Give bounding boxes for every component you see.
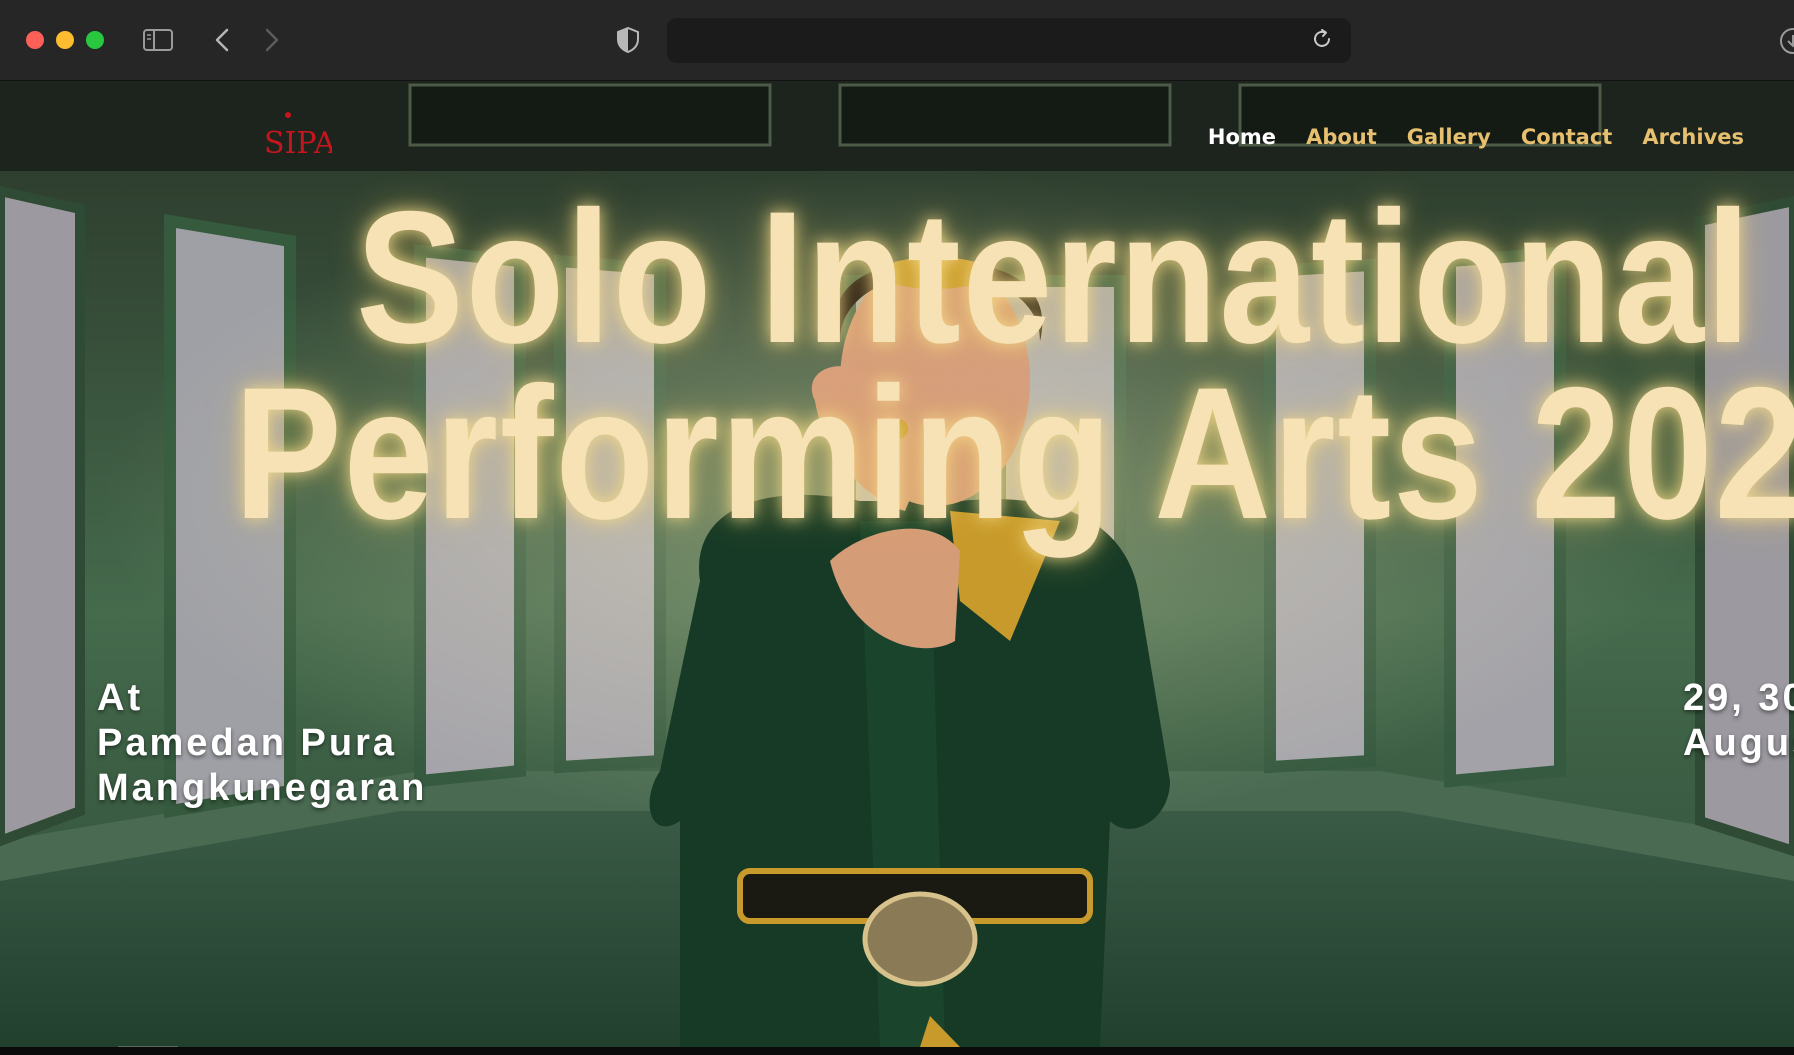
nav-contact-link[interactable]: Contact	[1521, 125, 1613, 149]
nav-gallery-link[interactable]: Gallery	[1407, 125, 1491, 149]
chevron-left-icon[interactable]	[210, 24, 234, 56]
venue-line: Pamedan Pura	[97, 722, 397, 764]
venue-text: At Pamedan Pura Mangkunegaran	[97, 676, 427, 811]
sidebar-icon[interactable]	[142, 24, 174, 56]
reload-icon[interactable]	[1311, 28, 1335, 52]
svg-text:SIPA: SIPA	[264, 126, 332, 159]
nav-archives-link[interactable]: Archives	[1642, 125, 1744, 149]
chevron-right-icon[interactable]	[260, 24, 284, 56]
download-icon[interactable]	[1778, 26, 1794, 56]
close-window-button[interactable]	[26, 31, 44, 49]
main-nav: Home About Gallery Contact Archives	[1208, 125, 1744, 149]
window-bottom-border	[0, 1047, 1794, 1055]
nav-about-link[interactable]: About	[1306, 125, 1377, 149]
date-line: August 2024	[1683, 722, 1794, 764]
event-date-text: 29, 30 & 31 August 2024	[1683, 676, 1794, 766]
hero-title-line-2: Performing Arts 2024	[234, 348, 1794, 558]
browser-toolbar	[0, 0, 1794, 81]
shield-icon[interactable]	[614, 24, 642, 56]
zoom-window-button[interactable]	[86, 31, 104, 49]
hero-title-line-1: Solo International	[356, 172, 1753, 382]
minimize-window-button[interactable]	[56, 31, 74, 49]
web-page: SIPA Home About Gallery Contact Archives…	[0, 81, 1794, 1047]
sipa-logo[interactable]: SIPA	[262, 109, 332, 159]
venue-line: Mangkunegaran	[97, 767, 428, 809]
date-line: 29, 30 & 31	[1683, 677, 1794, 719]
venue-line: At	[97, 677, 144, 719]
address-bar[interactable]	[667, 18, 1351, 63]
nav-home-link[interactable]: Home	[1208, 125, 1276, 149]
